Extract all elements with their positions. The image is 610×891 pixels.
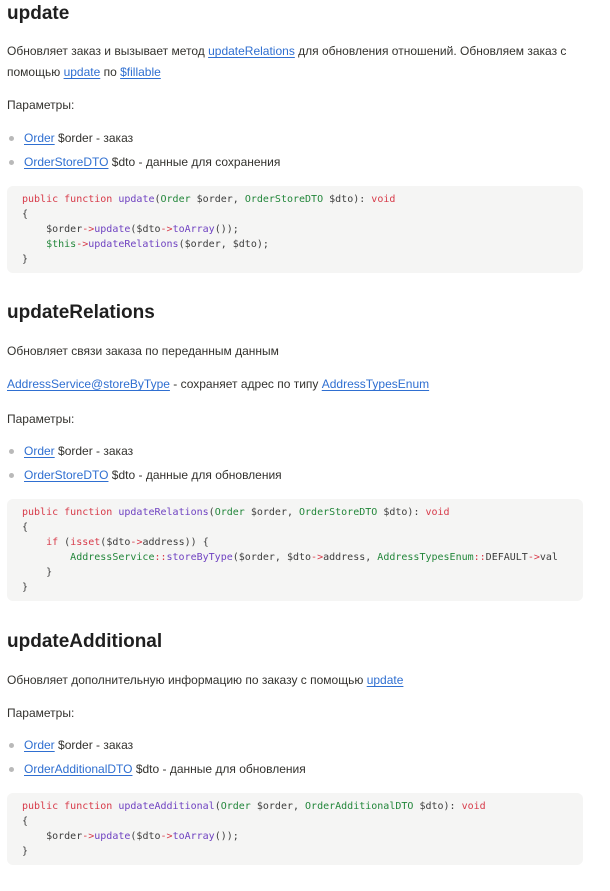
link-update[interactable]: update	[64, 65, 101, 79]
link-orderstoredto[interactable]: OrderStoreDTO	[24, 155, 108, 169]
param-text: $dto - данные для обновления	[132, 762, 306, 776]
param-text: $order - заказ	[54, 444, 134, 458]
link-update[interactable]: update	[367, 673, 404, 687]
list-item: Order $order - заказ	[7, 733, 583, 757]
link-updateRelations[interactable]: updateRelations	[208, 44, 295, 58]
param-text: $dto - данные для обновления	[108, 468, 282, 482]
params-list: Order $order - заказ OrderStoreDTO $dto …	[7, 439, 583, 487]
code-block: public function updateAdditional(Order $…	[7, 793, 583, 865]
list-item: OrderStoreDTO $dto - данные для обновлен…	[7, 463, 583, 487]
link-order[interactable]: Order	[24, 738, 55, 752]
link-addresstypesenum[interactable]: AddressTypesEnum	[322, 377, 429, 391]
link-orderadditionaldto[interactable]: OrderAdditionalDTO	[24, 762, 133, 776]
params-list: Order $order - заказ OrderStoreDTO $dto …	[7, 126, 583, 174]
param-text: $order - заказ	[54, 131, 134, 145]
list-item: OrderStoreDTO $dto - данные для сохранен…	[7, 150, 583, 174]
code-block: public function updateRelations(Order $o…	[7, 499, 583, 601]
section-title-update: update	[7, 3, 70, 24]
section-note: AddressService@storeByType - сохраняет а…	[7, 374, 583, 395]
list-item: Order $order - заказ	[7, 439, 583, 463]
description-text: Обновляет заказ и вызывает метод	[7, 44, 209, 58]
section-description: Обновляет заказ и вызывает метод updateR…	[7, 41, 583, 83]
param-text: $dto - данные для сохранения	[108, 155, 281, 169]
link-order[interactable]: Order	[24, 131, 55, 145]
params-list: Order $order - заказ OrderAdditionalDTO …	[7, 733, 583, 781]
note-text: - сохраняет адрес по типу	[169, 377, 322, 391]
list-item: OrderAdditionalDTO $dto - данные для обн…	[7, 757, 583, 781]
params-label: Параметры:	[7, 706, 75, 720]
description-text: по	[100, 65, 121, 79]
section-description: Обновляет дополнительную информацию по з…	[7, 670, 583, 691]
link-order[interactable]: Order	[24, 444, 55, 458]
params-label: Параметры:	[7, 412, 75, 426]
link-orderstoredto[interactable]: OrderStoreDTO	[24, 468, 108, 482]
list-item: Order $order - заказ	[7, 126, 583, 150]
section-description: Обновляет связи заказа по переданным дан…	[7, 344, 279, 358]
description-text: Обновляет дополнительную информацию по з…	[7, 673, 367, 687]
section-title-updateRelations: updateRelations	[7, 302, 155, 323]
code-block: public function update(Order $order, Ord…	[7, 186, 583, 273]
section-title-updateAdditional: updateAdditional	[7, 631, 163, 652]
params-label: Параметры:	[7, 98, 75, 112]
link-fillable[interactable]: $fillable	[120, 65, 161, 79]
link-addressservice-storebytype[interactable]: AddressService@storeByType	[7, 377, 170, 391]
param-text: $order - заказ	[54, 738, 134, 752]
